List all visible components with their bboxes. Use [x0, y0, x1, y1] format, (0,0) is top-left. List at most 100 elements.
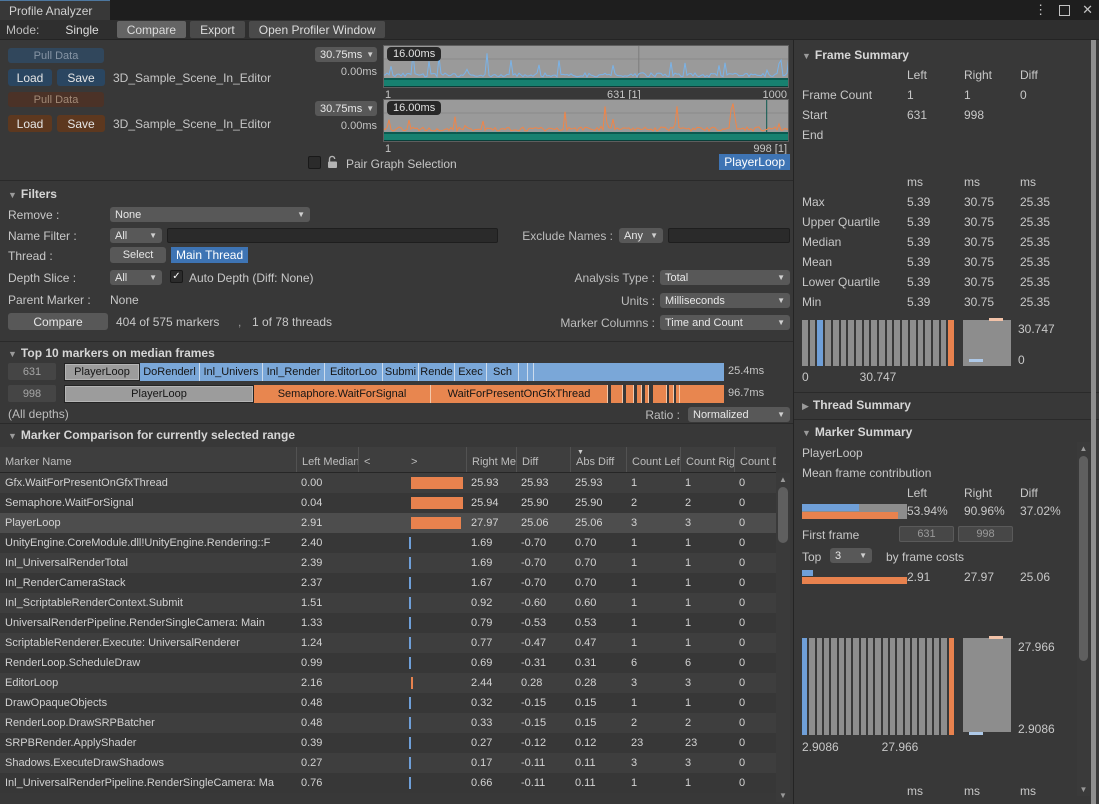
marker-row[interactable]: Inl_UniversalRenderTotal2.391.69-0.700.7… — [0, 553, 776, 573]
pair-graph-checkbox[interactable] — [308, 156, 321, 169]
marker-row[interactable]: PlayerLoop2.9127.9725.0625.06330 — [0, 513, 776, 533]
marker-segment[interactable] — [611, 385, 623, 403]
marker-segment[interactable]: Inl_Univers — [200, 363, 263, 381]
maximize-icon[interactable] — [1059, 5, 1070, 16]
window-tab[interactable]: Profile Analyzer — [0, 0, 110, 20]
units-dropdown[interactable]: Milliseconds▼ — [660, 293, 790, 308]
save-left-button[interactable]: Save — [57, 69, 105, 86]
ms-box-bottom-label: 2.9086 — [1018, 722, 1055, 736]
marker-segment[interactable]: Sch — [487, 363, 519, 381]
marker-row[interactable]: EditorLoop2.162.440.280.28330 — [0, 673, 776, 693]
marker-columns-dropdown[interactable]: Time and Count▼ — [660, 315, 790, 330]
marker-segment[interactable] — [534, 363, 724, 381]
marker-row[interactable]: UniversalRenderPipeline.RenderSingleCame… — [0, 613, 776, 633]
axis-start: 1 — [385, 143, 391, 155]
marker-segment[interactable]: Inl_Render — [263, 363, 325, 381]
marker-segment[interactable]: Rende — [419, 363, 455, 381]
column-header[interactable]: Left Median — [296, 447, 358, 472]
ratio-dropdown[interactable]: Normalized▼ — [688, 407, 790, 422]
column-header-bars[interactable]: <> — [358, 447, 466, 472]
frame-index-button[interactable]: 631 — [8, 363, 56, 380]
table-scrollbar[interactable]: ▲ ▼ — [776, 473, 790, 802]
marker-row[interactable]: DrawOpaqueObjects0.480.32-0.150.15110 — [0, 693, 776, 713]
marker-segment[interactable]: Submi — [383, 363, 419, 381]
comparison-header[interactable]: ▼Marker Comparison for currently selecte… — [8, 428, 295, 442]
marker-segment[interactable]: Exec — [455, 363, 487, 381]
diff-bar-cell — [358, 633, 466, 653]
column-header[interactable]: Count Right — [680, 447, 734, 472]
graph-bottom-scale-dropdown[interactable]: 30.75ms▼ — [315, 101, 377, 116]
open-profiler-window-button[interactable]: Open Profiler Window — [249, 21, 386, 38]
first-frame-left-button[interactable]: 631 — [899, 526, 954, 542]
marker-segment[interactable]: PlayerLoop — [64, 385, 254, 403]
name-filter-input[interactable] — [167, 228, 498, 243]
name-filter-mode-dropdown[interactable]: All▼ — [110, 228, 162, 243]
mode-single-button[interactable]: Single — [51, 21, 112, 38]
first-frame-right-button[interactable]: 998 — [958, 526, 1013, 542]
marker-segment[interactable]: DoRenderl — [140, 363, 200, 381]
auto-depth-checkbox[interactable]: ✓ — [170, 270, 183, 283]
marker-segment[interactable]: Semaphore.WaitForSignal — [254, 385, 431, 403]
exclude-names-input[interactable] — [668, 228, 790, 243]
marker-row[interactable]: Shadows.ExecuteDrawShadows0.270.17-0.110… — [0, 753, 776, 773]
marker-segment[interactable] — [653, 385, 667, 403]
marker-row[interactable]: ScriptableRenderer.Execute: UniversalRen… — [0, 633, 776, 653]
load-right-button[interactable]: Load — [8, 115, 52, 132]
column-header[interactable]: Right Median — [466, 447, 516, 472]
column-header[interactable]: Diff — [516, 447, 570, 472]
column-header[interactable]: Abs Diff▼ — [570, 447, 626, 472]
top-n-dropdown[interactable]: 3▼ — [830, 548, 872, 563]
close-icon[interactable]: ✕ — [1082, 2, 1093, 18]
marker-row[interactable]: SRPBRender.ApplyShader0.390.27-0.120.122… — [0, 733, 776, 753]
depth-slice-dropdown[interactable]: All▼ — [110, 270, 162, 285]
marker-row[interactable]: UnityEngine.CoreModule.dll!UnityEngine.R… — [0, 533, 776, 553]
frame-time-graph-top[interactable] — [383, 45, 789, 88]
remove-dropdown[interactable]: None▼ — [110, 207, 310, 222]
frame-summary-histogram — [802, 320, 954, 366]
pull-data-right-button[interactable]: Pull Data — [8, 92, 104, 107]
pull-data-left-button[interactable]: Pull Data — [8, 48, 104, 63]
frame-time-graph-bottom[interactable] — [383, 99, 789, 142]
export-button[interactable]: Export — [190, 21, 245, 38]
graph-top-scale-dropdown[interactable]: 30.75ms▼ — [315, 47, 377, 62]
save-right-button[interactable]: Save — [57, 115, 105, 132]
scroll-up-icon[interactable]: ▲ — [1077, 444, 1090, 453]
marker-segment[interactable]: PlayerLoop — [64, 363, 140, 381]
marker-segment[interactable] — [669, 385, 674, 403]
column-header[interactable]: Marker Name — [0, 447, 296, 472]
load-left-button[interactable]: Load — [8, 69, 52, 86]
marker-row[interactable]: Gfx.WaitForPresentOnGfxThread0.0025.9325… — [0, 473, 776, 493]
filters-header[interactable]: ▼Filters — [8, 187, 57, 201]
exclude-mode-dropdown[interactable]: Any▼ — [619, 228, 663, 243]
scroll-up-icon[interactable]: ▲ — [776, 475, 790, 484]
marker-segment[interactable] — [680, 385, 724, 403]
marker-summary-header[interactable]: ▼Marker Summary — [802, 425, 912, 439]
marker-row[interactable]: RenderLoop.ScheduleDraw0.990.69-0.310.31… — [0, 653, 776, 673]
marker-row[interactable]: Inl_UniversalRenderPipeline.RenderSingle… — [0, 773, 776, 793]
frame-index-button[interactable]: 998 — [8, 385, 56, 402]
marker-row[interactable]: Inl_ScriptableRenderContext.Submit1.510.… — [0, 593, 776, 613]
thread-select-button[interactable]: Select — [110, 247, 166, 263]
kebab-menu-icon[interactable]: ⋮ — [1034, 2, 1047, 18]
marker-row[interactable]: RenderLoop.DrawSRPBatcher0.480.33-0.150.… — [0, 713, 776, 733]
compare-button[interactable]: Compare — [8, 313, 108, 330]
marker-row[interactable]: Inl_RenderCameraStack2.371.67-0.700.7011… — [0, 573, 776, 593]
marker-segment[interactable] — [519, 363, 528, 381]
marker-row[interactable]: Semaphore.WaitForSignal0.0425.9425.9025.… — [0, 493, 776, 513]
marker-segment[interactable] — [626, 385, 634, 403]
marker-segment[interactable]: WaitForPresentOnGfxThread — [431, 385, 608, 403]
thread-summary-header[interactable]: ▶Thread Summary — [802, 398, 911, 412]
scroll-down-icon[interactable]: ▼ — [776, 791, 790, 800]
column-header[interactable]: Count Diff — [734, 447, 776, 472]
remove-value: None — [115, 209, 141, 221]
scrollbar-thumb[interactable] — [778, 487, 788, 543]
marker-segment[interactable] — [645, 385, 649, 403]
analysis-type-dropdown[interactable]: Total▼ — [660, 270, 790, 285]
frame-summary-header[interactable]: ▼Frame Summary — [802, 48, 909, 62]
lock-icon[interactable] — [327, 155, 338, 172]
panel-edge-strip[interactable] — [1091, 40, 1096, 804]
column-header[interactable]: Count Left — [626, 447, 680, 472]
marker-segment[interactable]: EditorLoo — [325, 363, 383, 381]
marker-segment[interactable] — [637, 385, 642, 403]
mode-compare-button[interactable]: Compare — [117, 21, 186, 38]
